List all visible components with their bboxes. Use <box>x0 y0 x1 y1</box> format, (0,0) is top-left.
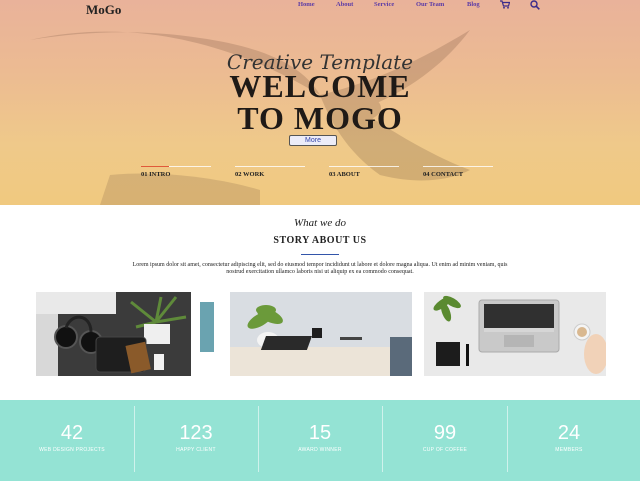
tab-work[interactable]: 02 WORK <box>235 166 305 178</box>
tab-label: 04 CONTACT <box>423 171 464 178</box>
search-icon[interactable] <box>530 0 540 12</box>
stat-value: 15 <box>308 422 332 444</box>
story-photo-desk <box>230 292 412 376</box>
title-underline-divider <box>301 254 339 255</box>
story-title: STORY ABOUT US <box>273 235 367 246</box>
top-navigation: Home About Service Our Team Blog <box>0 0 640 13</box>
hero-headline: WELCOME TO MOGO <box>0 70 640 134</box>
tab-progress-bar <box>329 166 399 167</box>
story-text: Lorem ipsum dolor sit amet, consectetur … <box>132 262 508 275</box>
cart-icon[interactable] <box>500 0 511 11</box>
stat-item: 24 MEMBERS <box>509 400 629 481</box>
stat-label: HAPPY CLIENT <box>176 447 216 453</box>
hero-headline-line1: WELCOME <box>229 68 411 104</box>
story-photo-laptop <box>424 292 606 376</box>
tab-contact[interactable]: 04 CONTACT <box>423 166 493 178</box>
tab-progress-bar <box>141 166 211 167</box>
more-button[interactable]: More <box>289 135 337 146</box>
tab-progress-fill <box>141 166 169 167</box>
tab-intro[interactable]: 01 INTRO <box>141 166 211 178</box>
stat-divider <box>382 406 383 472</box>
nav-our-team-link[interactable]: Our Team <box>416 1 444 8</box>
tab-progress-bar <box>235 166 305 167</box>
stat-value: 123 <box>179 422 213 444</box>
nav-blog-link[interactable]: Blog <box>467 1 480 8</box>
nav-service-link[interactable]: Service <box>374 1 394 8</box>
stat-label: AWARD WINNER <box>298 447 342 453</box>
story-subtitle: What we do <box>294 217 346 229</box>
tab-label: 03 ABOUT <box>329 171 360 178</box>
nav-about-link[interactable]: About <box>336 1 353 8</box>
stat-value: 42 <box>60 422 84 444</box>
hero-headline-line2: TO MOGO <box>237 100 403 136</box>
stat-label: CUP OF COFFEE <box>422 447 468 453</box>
stat-item: 15 AWARD WINNER <box>260 400 380 481</box>
stat-value: 24 <box>557 422 581 444</box>
story-section: What we do STORY ABOUT US Lorem ipsum do… <box>0 205 640 400</box>
hero-section: MoGo Home About Service Our Team Blog Cr… <box>0 0 640 205</box>
stat-item: 123 HAPPY CLIENT <box>136 400 256 481</box>
story-photo-headphones <box>36 292 218 376</box>
stat-item: 99 CUP OF COFFEE <box>385 400 505 481</box>
nav-home-link[interactable]: Home <box>298 1 315 8</box>
stat-divider <box>134 406 135 472</box>
stats-section: 42 WEB DESIGN PROJECTS 123 HAPPY CLIENT … <box>0 400 640 481</box>
tab-label: 01 INTRO <box>141 171 171 178</box>
stat-item: 42 WEB DESIGN PROJECTS <box>12 400 132 481</box>
stat-value: 99 <box>433 422 457 444</box>
stat-label: WEB DESIGN PROJECTS <box>39 447 105 453</box>
stat-divider <box>258 406 259 472</box>
tab-about[interactable]: 03 ABOUT <box>329 166 399 178</box>
tab-label: 02 WORK <box>235 171 265 178</box>
stat-divider <box>507 406 508 472</box>
tab-progress-bar <box>423 166 493 167</box>
stat-label: MEMBERS <box>555 447 583 453</box>
